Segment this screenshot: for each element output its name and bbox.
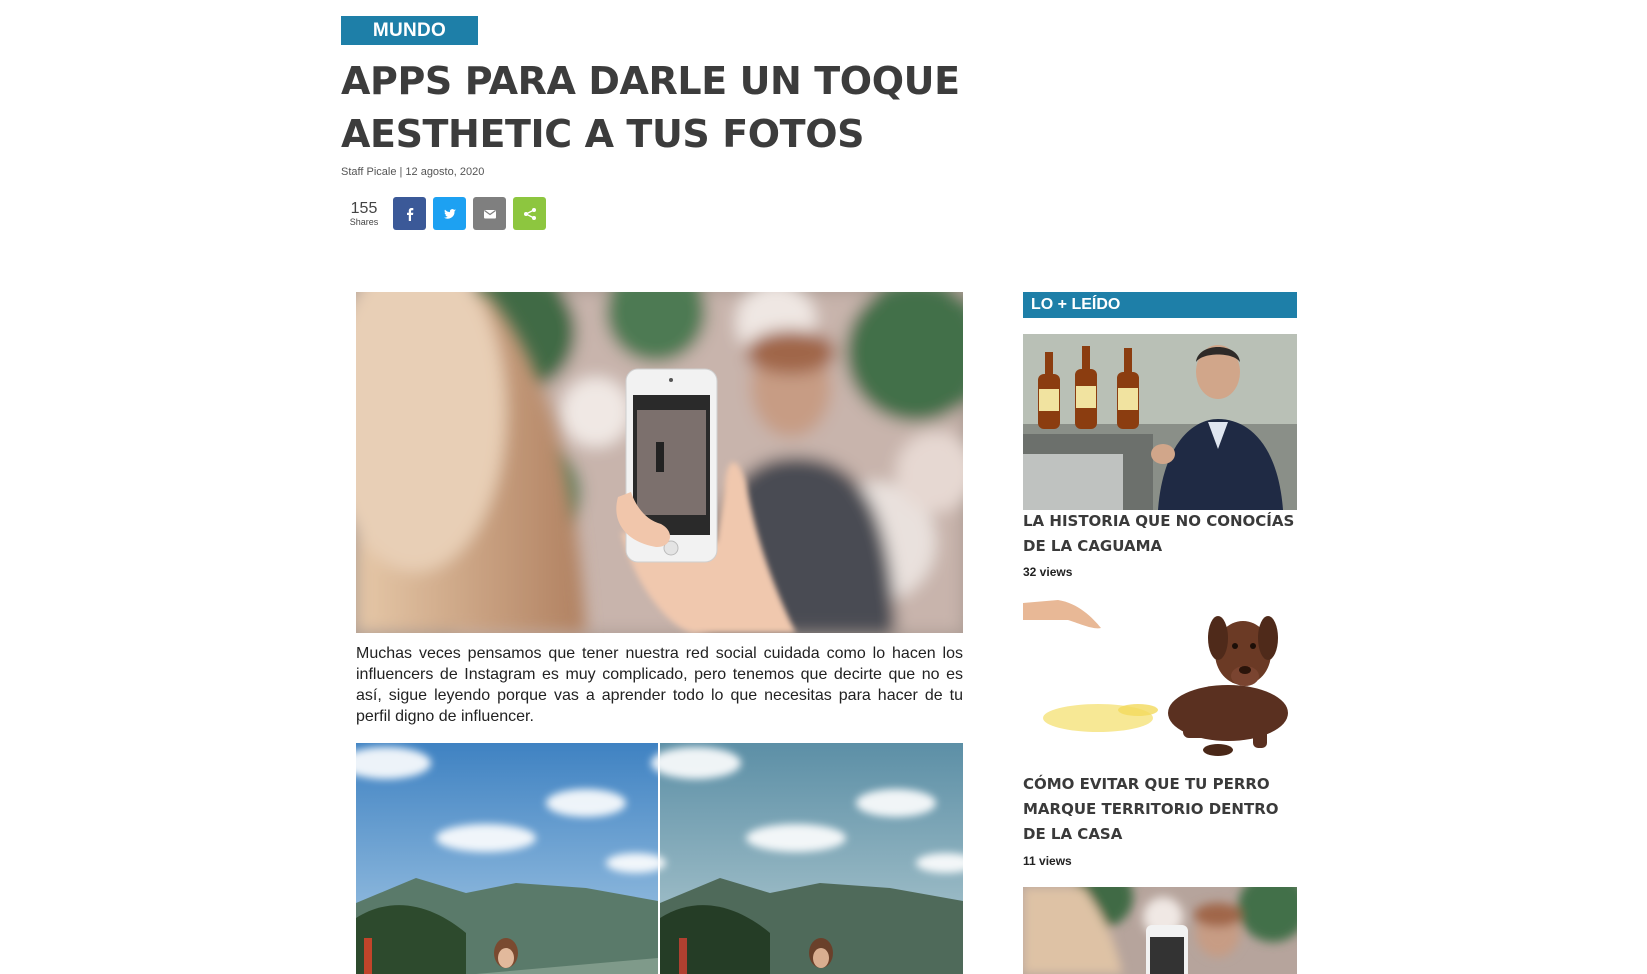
sidebar-item-title[interactable]: LA HISTORIA QUE NO CONOCÍAS DE LA CAGUAM… bbox=[1023, 509, 1297, 559]
sidebar-item-views: 11 views bbox=[1023, 854, 1072, 868]
article-intro: Muchas veces pensamos que tener nuestra … bbox=[356, 645, 963, 725]
sidebar-item-title[interactable]: CÓMO EVITAR QUE TU PERRO MARQUE TERRITOR… bbox=[1023, 772, 1297, 847]
article-title: APPS PARA DARLE UN TOQUE AESTHETIC A TUS… bbox=[341, 59, 960, 156]
twitter-icon bbox=[443, 208, 456, 219]
sidebar-item-thumbnail[interactable] bbox=[1023, 334, 1297, 510]
article-byline: Staff Picale | 12 agosto, 2020 bbox=[341, 166, 485, 178]
email-icon bbox=[483, 209, 496, 218]
generic-share-button[interactable] bbox=[513, 197, 546, 230]
category-tag[interactable]: MUNDO bbox=[341, 16, 478, 45]
sidebar-header: LO + LEÍDO bbox=[1023, 292, 1297, 318]
share-count-label: Shares bbox=[349, 216, 379, 227]
facebook-share-button[interactable] bbox=[393, 197, 426, 230]
share-bar: 155 Shares bbox=[341, 197, 553, 230]
share-count-number: 155 bbox=[350, 199, 378, 217]
email-share-button[interactable] bbox=[473, 197, 506, 230]
sidebar-item-thumbnail[interactable] bbox=[1023, 887, 1297, 974]
before-after-image bbox=[356, 743, 963, 974]
hero-image bbox=[356, 292, 963, 633]
twitter-share-button[interactable] bbox=[433, 197, 466, 230]
sidebar-item-thumbnail[interactable] bbox=[1023, 598, 1297, 764]
share-count: 155 Shares bbox=[341, 199, 387, 227]
facebook-icon bbox=[406, 207, 413, 221]
sidebar-item-views: 32 views bbox=[1023, 565, 1073, 579]
share-icon bbox=[523, 207, 536, 220]
